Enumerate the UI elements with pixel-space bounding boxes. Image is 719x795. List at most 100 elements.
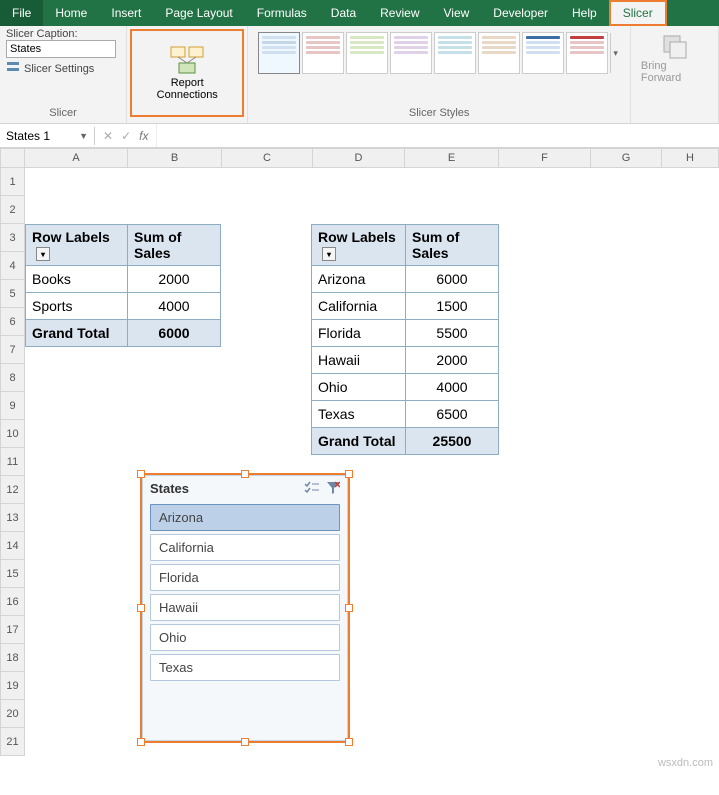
name-box-dropdown-icon[interactable]: ▼ bbox=[79, 131, 88, 141]
col-header[interactable]: E bbox=[405, 148, 499, 168]
pivot-cell[interactable]: 2000 bbox=[128, 266, 221, 293]
multi-select-icon[interactable] bbox=[304, 481, 320, 498]
slicer-item[interactable]: Florida bbox=[150, 564, 340, 591]
tab-review[interactable]: Review bbox=[368, 0, 431, 26]
row-header[interactable]: 20 bbox=[0, 700, 25, 728]
slicer-style-thumb[interactable] bbox=[566, 32, 608, 74]
row-header[interactable]: 17 bbox=[0, 616, 25, 644]
row-header[interactable]: 15 bbox=[0, 560, 25, 588]
tab-page-layout[interactable]: Page Layout bbox=[153, 0, 244, 26]
pivot-total-label[interactable]: Grand Total bbox=[26, 320, 128, 347]
row-header[interactable]: 14 bbox=[0, 532, 25, 560]
tab-home[interactable]: Home bbox=[43, 0, 99, 26]
resize-handle[interactable] bbox=[137, 470, 145, 478]
resize-handle[interactable] bbox=[241, 470, 249, 478]
slicer-style-thumb[interactable] bbox=[434, 32, 476, 74]
pivot-cell[interactable]: Texas bbox=[312, 401, 406, 428]
row-header[interactable]: 8 bbox=[0, 364, 25, 392]
row-header[interactable]: 10 bbox=[0, 420, 25, 448]
row-header[interactable]: 13 bbox=[0, 504, 25, 532]
enter-icon[interactable]: ✓ bbox=[121, 129, 131, 143]
resize-handle[interactable] bbox=[137, 738, 145, 746]
tab-data[interactable]: Data bbox=[319, 0, 368, 26]
slicer-item[interactable]: Arizona bbox=[150, 504, 340, 531]
filter-dropdown-icon[interactable]: ▾ bbox=[36, 247, 50, 261]
tab-help[interactable]: Help bbox=[560, 0, 609, 26]
pivot-cell[interactable]: 6500 bbox=[406, 401, 499, 428]
row-header[interactable]: 5 bbox=[0, 280, 25, 308]
select-all-corner[interactable] bbox=[0, 148, 25, 168]
col-header[interactable]: C bbox=[222, 148, 313, 168]
row-header[interactable]: 18 bbox=[0, 644, 25, 672]
pivot-cell[interactable]: Sports bbox=[26, 293, 128, 320]
pivot-total-value[interactable]: 25500 bbox=[406, 428, 499, 455]
pivot-cell[interactable]: 1500 bbox=[406, 293, 499, 320]
resize-handle[interactable] bbox=[137, 604, 145, 612]
row-header[interactable]: 2 bbox=[0, 196, 25, 224]
resize-handle[interactable] bbox=[241, 738, 249, 746]
resize-handle[interactable] bbox=[345, 604, 353, 612]
pivot-cell[interactable]: 5500 bbox=[406, 320, 499, 347]
row-header[interactable]: 4 bbox=[0, 252, 25, 280]
pivot-cell[interactable]: Florida bbox=[312, 320, 406, 347]
worksheet-grid[interactable]: 1 2 3 4 5 6 7 8 9 10 11 12 13 14 15 16 1… bbox=[0, 168, 719, 773]
report-connections-button[interactable]: Report Connections bbox=[130, 29, 244, 117]
slicer-style-thumb[interactable] bbox=[478, 32, 520, 74]
pivot-table-2[interactable]: Row Labels ▾ Sum of Sales Arizona6000 Ca… bbox=[311, 224, 499, 455]
slicer-settings-button[interactable]: Slicer Settings bbox=[6, 58, 120, 79]
tab-slicer[interactable]: Slicer bbox=[609, 0, 667, 26]
col-header[interactable]: D bbox=[313, 148, 405, 168]
col-header[interactable]: G bbox=[591, 148, 662, 168]
pivot-total-label[interactable]: Grand Total bbox=[312, 428, 406, 455]
pivot-cell[interactable]: Hawaii bbox=[312, 347, 406, 374]
pivot-cell[interactable]: California bbox=[312, 293, 406, 320]
resize-handle[interactable] bbox=[345, 470, 353, 478]
row-header[interactable]: 6 bbox=[0, 308, 25, 336]
clear-filter-icon[interactable] bbox=[326, 481, 340, 498]
row-header[interactable]: 12 bbox=[0, 476, 25, 504]
slicer-item[interactable]: Texas bbox=[150, 654, 340, 681]
slicer-style-thumb[interactable] bbox=[346, 32, 388, 74]
fx-icon[interactable]: fx bbox=[139, 129, 148, 143]
slicer-styles-gallery[interactable]: ▾ bbox=[254, 28, 624, 78]
tab-file[interactable]: File bbox=[0, 0, 43, 26]
pivot-total-value[interactable]: 6000 bbox=[128, 320, 221, 347]
slicer-style-thumb[interactable] bbox=[258, 32, 300, 74]
row-header[interactable]: 11 bbox=[0, 448, 25, 476]
col-header[interactable]: F bbox=[499, 148, 591, 168]
row-header[interactable]: 7 bbox=[0, 336, 25, 364]
tab-insert[interactable]: Insert bbox=[99, 0, 153, 26]
slicer-caption-input[interactable] bbox=[6, 40, 116, 58]
col-header[interactable]: B bbox=[128, 148, 222, 168]
pivot-table-1[interactable]: Row Labels ▾ Sum of Sales Books2000 Spor… bbox=[25, 224, 221, 347]
pivot-cell[interactable]: Books bbox=[26, 266, 128, 293]
slicer-style-thumb[interactable] bbox=[390, 32, 432, 74]
col-header[interactable]: A bbox=[25, 148, 128, 168]
row-header[interactable]: 19 bbox=[0, 672, 25, 700]
row-header[interactable]: 21 bbox=[0, 728, 25, 756]
row-header[interactable]: 3 bbox=[0, 224, 25, 252]
slicer-item[interactable]: California bbox=[150, 534, 340, 561]
row-header[interactable]: 16 bbox=[0, 588, 25, 616]
row-header[interactable]: 1 bbox=[0, 168, 25, 196]
slicer-item[interactable]: Hawaii bbox=[150, 594, 340, 621]
pivot-cell[interactable]: Arizona bbox=[312, 266, 406, 293]
slicer-style-thumb[interactable] bbox=[522, 32, 564, 74]
resize-handle[interactable] bbox=[345, 738, 353, 746]
pivot-cell[interactable]: 4000 bbox=[406, 374, 499, 401]
filter-dropdown-icon[interactable]: ▾ bbox=[322, 247, 336, 261]
tab-view[interactable]: View bbox=[432, 0, 482, 26]
cancel-icon[interactable]: ✕ bbox=[103, 129, 113, 143]
slicer-item[interactable]: Ohio bbox=[150, 624, 340, 651]
gallery-more-icon[interactable]: ▾ bbox=[613, 48, 618, 59]
pivot-cell[interactable]: Ohio bbox=[312, 374, 406, 401]
formula-input[interactable] bbox=[156, 124, 719, 147]
slicer-states[interactable]: States Arizona California Florida Hawaii… bbox=[140, 473, 350, 743]
tab-developer[interactable]: Developer bbox=[481, 0, 560, 26]
bring-forward-label[interactable]: Bring Forward bbox=[641, 60, 708, 84]
name-box[interactable]: States 1 ▼ bbox=[0, 127, 95, 145]
pivot-cell[interactable]: 6000 bbox=[406, 266, 499, 293]
slicer-style-thumb[interactable] bbox=[302, 32, 344, 74]
tab-formulas[interactable]: Formulas bbox=[245, 0, 319, 26]
pivot-cell[interactable]: 4000 bbox=[128, 293, 221, 320]
